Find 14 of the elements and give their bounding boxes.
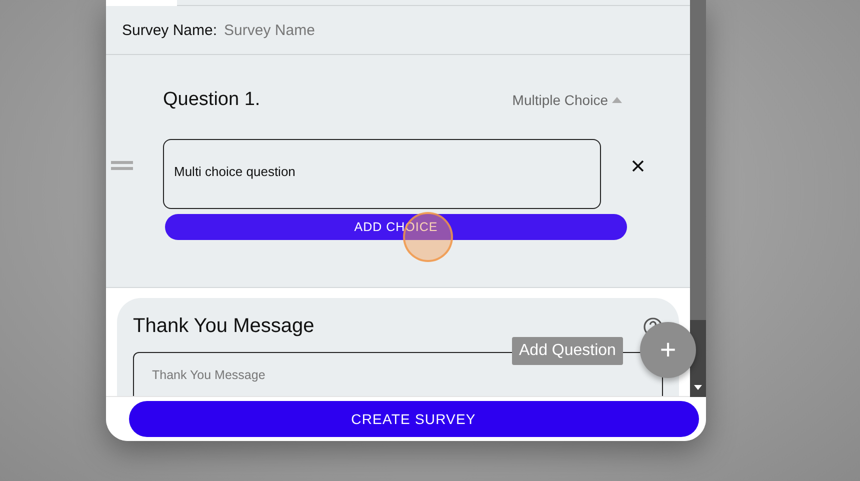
add-question-tooltip: Add Question [512, 337, 623, 365]
add-choice-button[interactable]: ADD CHOICE [165, 214, 627, 240]
scroll-down-icon[interactable] [694, 385, 702, 390]
drag-handle-icon[interactable] [111, 161, 133, 170]
question-type-dropdown[interactable]: Multiple Choice [512, 92, 622, 108]
caret-icon [612, 97, 622, 103]
survey-name-field[interactable]: Survey Name [224, 22, 424, 38]
survey-name-label: Survey Name: [122, 22, 218, 38]
scrollbar[interactable] [690, 0, 706, 397]
create-survey-button[interactable]: CREATE SURVEY [128, 401, 698, 438]
close-icon[interactable] [632, 160, 644, 172]
question-title: Question 1. [163, 89, 260, 111]
thank-you-title: Thank You Message [133, 315, 314, 338]
question-text-field[interactable]: Multi choice question [163, 139, 601, 209]
